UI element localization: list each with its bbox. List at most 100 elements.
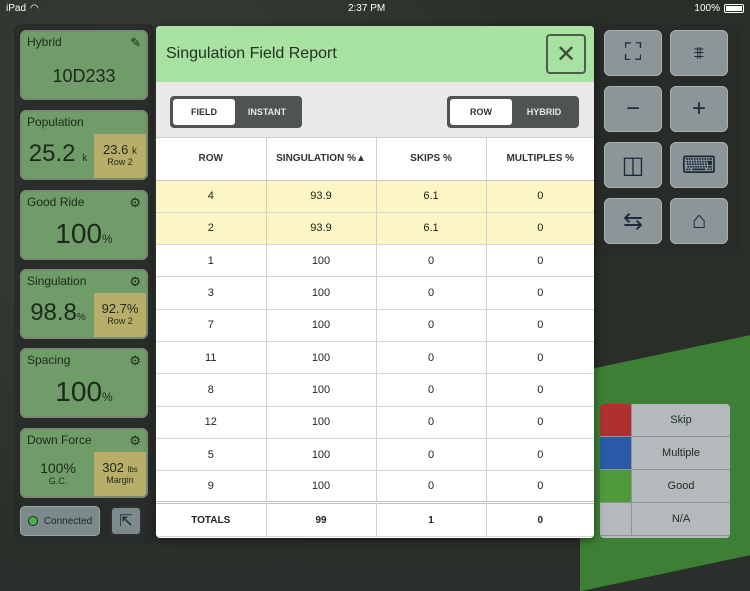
down-force-margin: 302 lbs Margin — [94, 452, 146, 496]
gear-icon[interactable]: ⚙ — [129, 353, 141, 369]
table-row[interactable]: 1 100 0 0 — [156, 244, 594, 278]
legend-item: N/A — [600, 503, 730, 536]
fit-view-button[interactable]: ⛶ — [604, 30, 662, 76]
totals-skips: 1 — [376, 501, 487, 538]
down-force-gc-value: 100% — [40, 460, 76, 476]
cell-row: 9 — [156, 470, 267, 504]
table-row[interactable]: 2 93.9 6.1 0 — [156, 212, 594, 246]
spacing-unit: % — [102, 390, 113, 404]
cell-singulation: 100 — [266, 341, 377, 375]
cell-multiples: 0 — [486, 276, 594, 310]
singulation-title: Singulation — [27, 274, 87, 288]
table-row[interactable]: 9 100 0 0 — [156, 470, 594, 504]
planter-button[interactable]: ⩨ — [670, 30, 728, 76]
cell-singulation: 100 — [266, 309, 377, 342]
gear-icon[interactable]: ⚙ — [129, 433, 141, 449]
device-label: iPad — [6, 2, 27, 14]
legend-item: Multiple — [600, 437, 730, 470]
legend-label: N/A — [671, 513, 691, 525]
population-tile[interactable]: Population 25.2 k 23.6 k Row 2 — [20, 110, 148, 180]
expand-arrow-icon[interactable]: ⇱ — [110, 506, 142, 536]
table-row[interactable]: 11 100 0 0 — [156, 341, 594, 375]
good-ride-tile[interactable]: Good Ride ⚙ 100% — [20, 190, 148, 260]
singulation-value: 98.8 — [30, 299, 77, 326]
cell-singulation: 93.9 — [266, 212, 377, 246]
connection-status-button[interactable]: Connected — [20, 506, 100, 536]
zoom-in-button[interactable]: + — [670, 86, 728, 132]
group-segmented-control: ROW HYBRID — [447, 96, 579, 128]
cell-row: 11 — [156, 341, 267, 375]
legend-label: Good — [667, 480, 695, 492]
report-table: ROW SINGULATION %▲ SKIPS % MULTIPLES % 4… — [156, 138, 594, 538]
singulation-report-dialog: Singulation Field Report ✕ FIELD INSTANT… — [156, 26, 594, 538]
multiples-column-header[interactable]: MULTIPLES % — [486, 138, 594, 181]
report-toolbar: FIELD INSTANT ROW HYBRID — [156, 82, 594, 138]
table-row[interactable]: 8 100 0 0 — [156, 373, 594, 407]
legend-label: Multiple — [662, 447, 700, 459]
spacing-value: 100 — [55, 376, 103, 407]
home-icon: ⌂ — [691, 207, 707, 234]
hybrid-value: 10D233 — [52, 66, 116, 86]
singulation-row: 92.7% Row 2 — [94, 293, 146, 337]
cell-skips: 6.1 — [376, 180, 487, 213]
row-tab[interactable]: ROW — [450, 99, 512, 125]
down-force-tile[interactable]: Down Force ⚙ 100% G.C. 302 lbs Margin — [20, 428, 148, 498]
hybrid-title: Hybrid — [27, 35, 62, 49]
singulation-field: 98.8% — [22, 293, 94, 337]
table-row[interactable]: 7 100 0 0 — [156, 309, 594, 342]
gear-icon[interactable]: ⚙ — [129, 195, 141, 211]
multiple-swatch — [600, 437, 632, 469]
close-button[interactable]: ✕ — [546, 34, 586, 74]
battery-percent: 100% — [694, 2, 720, 14]
cell-row: 7 — [156, 309, 267, 342]
close-icon: ✕ — [555, 40, 577, 68]
population-row-label: Row 2 — [107, 157, 133, 167]
cell-skips: 0 — [376, 309, 487, 342]
cell-row: 1 — [156, 244, 267, 278]
skips-column-header[interactable]: SKIPS % — [376, 138, 487, 181]
hybrid-tab[interactable]: HYBRID — [512, 99, 576, 125]
cell-row: 12 — [156, 406, 267, 439]
edit-icon[interactable]: ✎ — [130, 35, 141, 51]
na-swatch — [600, 503, 632, 535]
field-tab[interactable]: FIELD — [173, 99, 235, 125]
singulation-column-header[interactable]: SINGULATION %▲ — [266, 138, 377, 181]
table-row[interactable]: 12 100 0 0 — [156, 406, 594, 439]
population-field: 25.2 k — [22, 134, 94, 178]
cell-multiples: 0 — [486, 309, 594, 342]
keyboard-button[interactable]: ⌨ — [670, 142, 728, 188]
gear-icon[interactable]: ⚙ — [129, 274, 141, 290]
map-legend: Skip Multiple Good N/A — [600, 404, 730, 538]
keyboard-icon: ⌨ — [681, 151, 717, 179]
home-button[interactable]: ⌂ — [670, 198, 728, 244]
split-view-button[interactable]: ◫ — [604, 142, 662, 188]
table-row[interactable]: 3 100 0 0 — [156, 276, 594, 310]
population-title: Population — [27, 115, 84, 129]
frame-icon: ⛶ — [624, 39, 642, 66]
status-dot-icon — [27, 516, 38, 526]
good-swatch — [600, 470, 632, 502]
cell-row: 4 — [156, 180, 267, 213]
row-column-header[interactable]: ROW — [156, 138, 267, 181]
cell-skips: 6.1 — [376, 212, 487, 246]
cell-multiples: 0 — [486, 438, 594, 472]
skip-swatch — [600, 404, 632, 436]
zoom-out-button[interactable]: − — [604, 86, 662, 132]
swap-icon: ⇆ — [622, 207, 644, 235]
table-row[interactable]: 5 100 0 0 — [156, 438, 594, 472]
instant-tab[interactable]: INSTANT — [235, 99, 299, 125]
switch-button[interactable]: ⇆ — [604, 198, 662, 244]
cell-multiples: 0 — [486, 212, 594, 246]
cell-skips: 0 — [376, 373, 487, 407]
spacing-tile[interactable]: Spacing ⚙ 100% — [20, 348, 148, 418]
legend-item: Skip — [600, 404, 730, 437]
minus-icon: − — [625, 95, 640, 122]
cell-skips: 0 — [376, 470, 487, 504]
table-row[interactable]: 4 93.9 6.1 0 — [156, 180, 594, 213]
down-force-gc: 100% G.C. — [22, 452, 94, 496]
good-ride-title: Good Ride — [27, 195, 85, 209]
singulation-tile[interactable]: Singulation ⚙ 98.8% 92.7% Row 2 — [20, 269, 148, 339]
down-force-title: Down Force — [27, 433, 92, 447]
hybrid-tile[interactable]: Hybrid ✎ 10D233 — [20, 30, 148, 100]
legend-label: Skip — [670, 414, 692, 426]
